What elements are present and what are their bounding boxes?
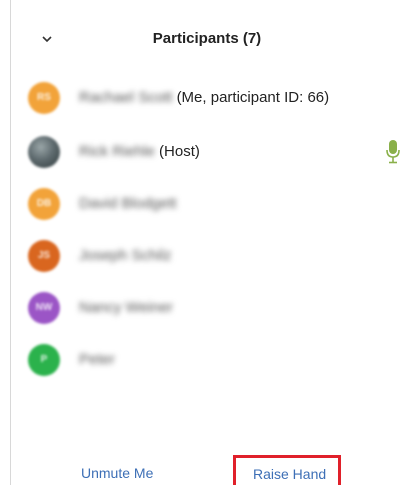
panel-footer: Unmute Me Raise Hand [11, 455, 402, 485]
microphone-icon[interactable] [385, 139, 401, 165]
participant-row[interactable]: JS Joseph Schilz [11, 236, 402, 276]
participant-row[interactable]: NW Nancy Weiner [11, 288, 402, 328]
panel-header: Participants (7) [11, 18, 402, 62]
participant-row[interactable]: RS Rachael Scott (Me, participant ID: 66… [11, 78, 402, 118]
avatar: P [28, 344, 60, 376]
raise-hand-button[interactable]: Raise Hand [253, 466, 326, 482]
panel-title: Participants (7) [11, 30, 402, 47]
avatar: JS [28, 240, 60, 272]
participant-row[interactable]: DB David Blodgett [11, 184, 402, 224]
participant-count: (7) [242, 30, 262, 47]
participant-name: Nancy Weiner [79, 299, 173, 316]
participant-row[interactable]: Rick Riehle (Host) [11, 132, 402, 172]
avatar: DB [28, 188, 60, 220]
participant-row[interactable]: P Peter [11, 340, 402, 380]
avatar: NW [28, 292, 60, 324]
participant-name: Peter [79, 351, 115, 368]
participant-name: David Blodgett [79, 195, 177, 212]
participant-name: Rick Riehle [79, 143, 155, 160]
avatar: RS [28, 82, 60, 114]
panel-title-text: Participants [152, 30, 239, 47]
participant-role: (Host) [159, 143, 200, 160]
unmute-me-button[interactable]: Unmute Me [81, 465, 153, 481]
participant-role: (Me, participant ID: 66) [176, 89, 330, 106]
participant-name: Joseph Schilz [79, 247, 172, 264]
participant-name: Rachael Scott [79, 89, 173, 106]
avatar [28, 136, 60, 168]
raise-hand-highlight: Raise Hand [233, 455, 341, 485]
participants-panel: Participants (7) RS Rachael Scott (Me, p… [10, 0, 402, 485]
